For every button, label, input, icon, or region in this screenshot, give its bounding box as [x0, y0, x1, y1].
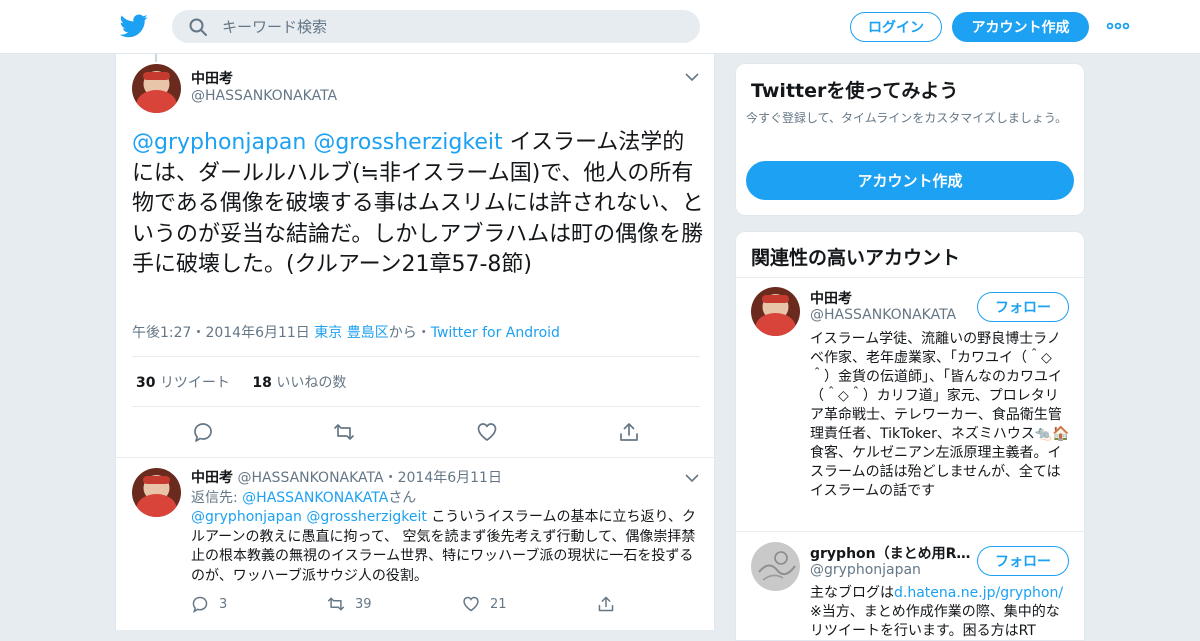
tweet-date[interactable]: 2014年6月11日: [205, 325, 309, 341]
account-name[interactable]: gryphon（まとめ用R…: [810, 543, 970, 563]
reply-author-handle[interactable]: @HASSANKONAKATA: [237, 470, 383, 486]
thread-line: [155, 54, 157, 62]
signup-card-subtitle: 今すぐ登録して、タイムラインをカスタマイズしましょう。: [746, 111, 1068, 125]
share-icon[interactable]: [597, 595, 615, 613]
divider: [736, 531, 1084, 532]
tweet-column: 中田考 @HASSANKONAKATA @gryphonjapan @gross…: [115, 54, 715, 630]
chevron-down-icon[interactable]: [685, 72, 699, 82]
like-icon: [463, 596, 479, 612]
divider: [116, 457, 714, 458]
more-options-icon[interactable]: [1106, 19, 1130, 33]
chevron-down-icon[interactable]: [685, 473, 699, 483]
follow-button[interactable]: フォロー: [977, 292, 1069, 322]
account-handle[interactable]: @gryphonjapan: [810, 562, 921, 578]
avatar[interactable]: [751, 542, 800, 591]
tweet-author-handle[interactable]: @HASSANKONAKATA: [191, 88, 337, 104]
avatar-photo-icon: [751, 542, 800, 591]
tweet-stats: 30 リツイート 18 いいねの数: [136, 372, 346, 392]
signup-card-title: Twitterを使ってみよう: [751, 80, 959, 102]
like-stat[interactable]: 18 いいねの数: [252, 375, 346, 391]
mention-link[interactable]: @gryphonjapan: [191, 509, 302, 525]
retweet-action[interactable]: 39: [327, 595, 372, 613]
search-placeholder: キーワード検索: [222, 18, 328, 36]
signup-card-button[interactable]: アカウント作成: [746, 161, 1074, 200]
login-button[interactable]: ログイン: [850, 12, 942, 42]
reply-to-handle[interactable]: @HASSANKONAKATA: [242, 490, 388, 506]
retweet-stat[interactable]: 30 リツイート: [136, 375, 230, 391]
reply-icon[interactable]: [192, 421, 214, 443]
reply-action[interactable]: 3: [191, 595, 227, 613]
avatar-photo-icon: [132, 64, 181, 113]
tweet-location[interactable]: 東京 豊島区: [314, 325, 388, 341]
search-input[interactable]: キーワード検索: [172, 10, 700, 43]
share-icon[interactable]: [618, 421, 640, 443]
like-action[interactable]: 21: [462, 595, 507, 613]
retweet-icon: [327, 597, 345, 611]
avatar[interactable]: [751, 287, 800, 336]
retweet-count: 39: [355, 596, 372, 612]
tweet-author-name[interactable]: 中田考: [191, 68, 233, 88]
bio-prefix: 主なブログは: [810, 585, 894, 601]
avatar-photo-icon: [751, 287, 800, 336]
retweet-count: 30: [136, 375, 156, 391]
account-bio: イスラーム学徒、流離いの野良博士ラノベ作家、老年虚業家、「カワユイ（＾◇＾）金貨…: [810, 331, 1070, 499]
like-icon[interactable]: [476, 421, 498, 443]
related-title: 関連性の高いアカウント: [751, 247, 961, 269]
avatar[interactable]: [132, 64, 181, 113]
location-suffix: から: [388, 325, 417, 341]
account-handle[interactable]: @HASSANKONAKATA: [810, 307, 956, 323]
related-accounts-card: 関連性の高いアカウント 中田考 @HASSANKONAKATA フォロー イスラ…: [735, 231, 1085, 641]
retweet-icon[interactable]: [333, 421, 355, 443]
tweet-source[interactable]: Twitter for Android: [431, 325, 560, 341]
reply-to-line: 返信先: @HASSANKONAKATAさん: [191, 487, 416, 507]
divider: [736, 277, 1084, 278]
reply-author-name[interactable]: 中田考: [191, 470, 233, 486]
account-bio: 主なブログはd.hatena.ne.jp/gryphon/ ※当方、まとめ作成作…: [810, 584, 1072, 641]
reply-to-suffix: さん: [388, 490, 417, 506]
mention-link[interactable]: @grossherzigkeit: [313, 130, 502, 155]
tweet-meta: 午後1:27・2014年6月11日 東京 豊島区から・Twitter for A…: [132, 325, 560, 341]
mention-link[interactable]: @grossherzigkeit: [306, 509, 426, 525]
reply-header: 中田考 @HASSANKONAKATA・2014年6月11日: [191, 470, 502, 486]
top-navigation-bar: キーワード検索 ログイン アカウント作成: [0, 0, 1200, 54]
signup-button[interactable]: アカウント作成: [952, 12, 1089, 42]
divider: [132, 406, 700, 407]
avatar-photo-icon: [132, 468, 181, 517]
tweet-text: @gryphonjapan @grossherzigkeit イスラーム法学的に…: [132, 128, 704, 281]
retweet-label: リツイート: [159, 375, 230, 391]
like-count: 18: [252, 375, 272, 391]
reply-date[interactable]: 2014年6月11日: [398, 470, 502, 486]
like-count: 21: [490, 596, 507, 612]
twitter-bird-icon[interactable]: [120, 13, 148, 39]
bio-link[interactable]: d.hatena.ne.jp/gryphon/: [894, 585, 1063, 601]
search-icon: [189, 18, 207, 36]
signup-card: Twitterを使ってみよう 今すぐ登録して、タイムラインをカスタマイズしましょ…: [735, 63, 1085, 216]
account-name[interactable]: 中田考: [810, 288, 852, 308]
tweet-time[interactable]: 午後1:27: [132, 325, 191, 341]
reply-to-label: 返信先:: [191, 490, 238, 506]
avatar[interactable]: [132, 468, 181, 517]
reply-count: 3: [219, 596, 228, 612]
follow-button[interactable]: フォロー: [977, 546, 1069, 576]
reply-icon: [192, 596, 208, 613]
like-label: いいねの数: [276, 375, 347, 391]
mention-link[interactable]: @gryphonjapan: [132, 130, 306, 155]
bio-rest: ※当方、まとめ作成作業の際、集中的なリツイートを行います。困る方はRT: [810, 604, 1060, 639]
divider: [132, 356, 700, 357]
reply-text: @gryphonjapan @grossherzigkeit こういうイスラーム…: [191, 508, 701, 586]
